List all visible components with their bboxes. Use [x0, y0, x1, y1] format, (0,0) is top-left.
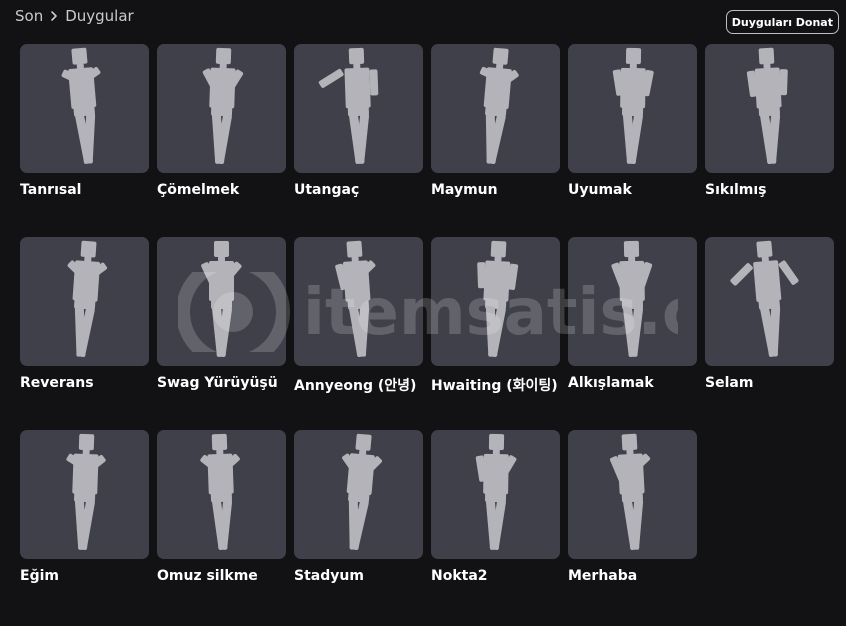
emote-card[interactable]: Utangaç: [294, 44, 423, 198]
chevron-right-icon: [51, 11, 58, 21]
emote-thumbnail: [157, 237, 286, 366]
emote-label: Alkışlamak: [568, 375, 654, 391]
breadcrumb-root[interactable]: Son: [15, 7, 43, 25]
emote-thumbnail: [157, 44, 286, 173]
emote-card[interactable]: Tanrısal: [20, 44, 149, 198]
emote-pose-icon: [200, 433, 240, 551]
emote-card[interactable]: Reverans: [20, 237, 149, 391]
emote-thumbnail: [705, 237, 834, 366]
emote-label: Omuz silkme: [157, 568, 258, 584]
emote-pose-icon: [67, 240, 108, 358]
emote-label: Uyumak: [568, 182, 632, 198]
emote-card[interactable]: Swag Yürüyüşü: [157, 237, 286, 391]
emote-card[interactable]: Selam: [705, 237, 834, 391]
emote-label: Reverans: [20, 375, 94, 391]
emote-thumbnail: [431, 237, 560, 366]
emote-thumbnail: [431, 430, 560, 559]
emote-pose-icon: [612, 47, 654, 165]
emote-label: Annyeong (안녕): [294, 378, 417, 394]
emotes-page: Son Duygular Duyguları Donat Tanrısal Çöm…: [0, 0, 846, 626]
emote-pose-icon: [335, 240, 376, 357]
emote-label: Eğim: [20, 568, 59, 584]
emote-label: Sıkılmış: [705, 182, 767, 198]
emote-thumbnail: [294, 237, 423, 366]
emote-pose-icon: [318, 47, 379, 165]
emote-pose-icon: [66, 433, 106, 551]
emote-card[interactable]: Merhaba: [568, 430, 697, 584]
emote-card[interactable]: Çömelmek: [157, 44, 286, 198]
emote-thumbnail: [20, 237, 149, 366]
emote-pose-icon: [477, 240, 519, 358]
emote-thumbnail: [705, 44, 834, 173]
emote-pose-icon: [342, 433, 383, 551]
emote-card[interactable]: Omuz silkme: [157, 430, 286, 584]
emote-card[interactable]: Sıkılmış: [705, 44, 834, 198]
emote-pose-icon: [730, 240, 799, 357]
emote-label: Nokta2: [431, 568, 488, 584]
emote-label: Tanrısal: [20, 182, 82, 198]
emote-pose-icon: [479, 47, 519, 165]
emote-thumbnail: [20, 44, 149, 173]
breadcrumb-current: Duygular: [65, 7, 134, 25]
emote-card[interactable]: Eğim: [20, 430, 149, 584]
emote-pose-icon: [201, 241, 242, 357]
emote-thumbnail: [157, 430, 286, 559]
emote-card[interactable]: Uyumak: [568, 44, 697, 198]
emote-label: Merhaba: [568, 568, 638, 584]
emote-thumbnail: [568, 237, 697, 366]
emote-card[interactable]: Maymun: [431, 44, 560, 198]
emote-card[interactable]: Nokta2: [431, 430, 560, 584]
emote-pose-icon: [61, 47, 101, 164]
emote-label: Çömelmek: [157, 182, 240, 198]
emote-label: Selam: [705, 375, 754, 391]
emote-thumbnail: [568, 430, 697, 559]
emote-pose-icon: [611, 240, 653, 357]
emote-pose-icon: [746, 47, 788, 165]
emote-label: Swag Yürüyüşü: [157, 375, 278, 391]
emote-label: Utangaç: [294, 182, 360, 198]
emote-pose-icon: [609, 433, 651, 551]
equip-emotes-button[interactable]: Duyguları Donat: [725, 10, 839, 34]
emote-pose-icon: [202, 47, 244, 165]
emote-thumbnail: [20, 430, 149, 559]
emote-card[interactable]: Stadyum: [294, 430, 423, 584]
emote-thumbnail: [431, 44, 560, 173]
emote-thumbnail: [294, 430, 423, 559]
emote-label: Stadyum: [294, 568, 364, 584]
emote-card[interactable]: Alkışlamak: [568, 237, 697, 391]
emote-label: Maymun: [431, 182, 498, 198]
emote-pose-icon: [475, 433, 517, 551]
breadcrumb: Son Duygular: [15, 7, 134, 25]
emote-card[interactable]: Hwaiting (화이팅): [431, 237, 560, 395]
emote-label: Hwaiting (화이팅): [431, 378, 558, 394]
emote-thumbnail: [294, 44, 423, 173]
emote-thumbnail: [568, 44, 697, 173]
emote-card[interactable]: Annyeong (안녕): [294, 237, 423, 395]
